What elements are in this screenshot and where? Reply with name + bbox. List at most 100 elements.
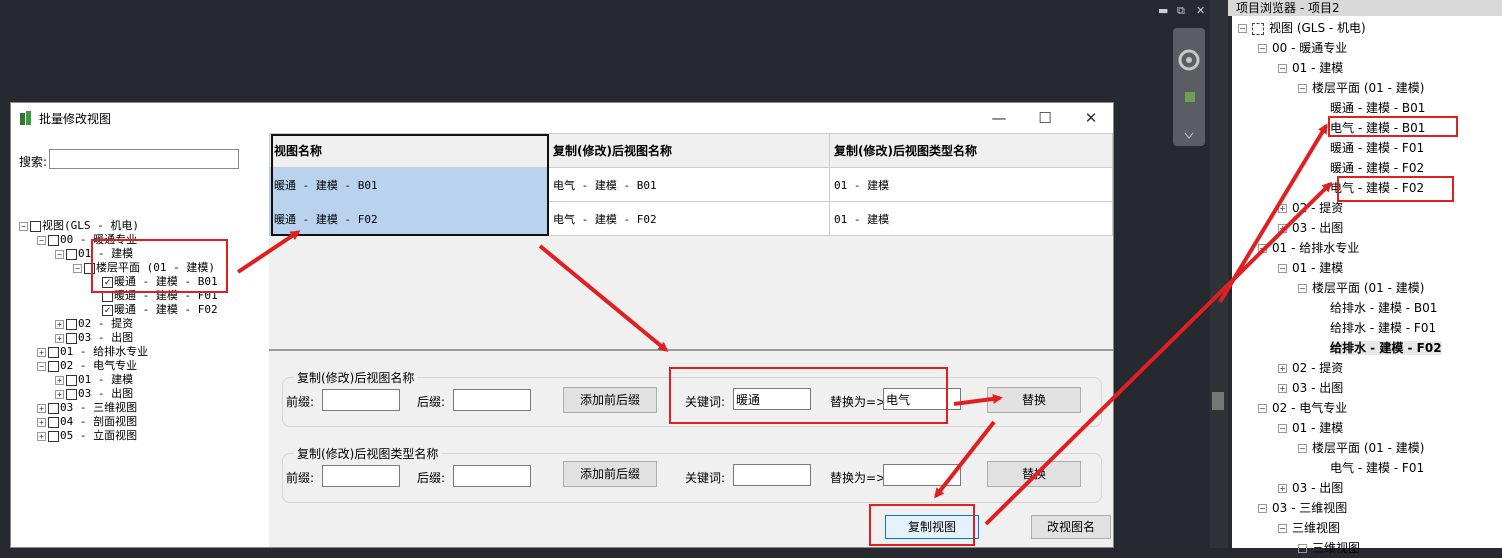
expand-icon[interactable]: +: [37, 403, 46, 413]
tree-node[interactable]: − 02 - 电气专业: [37, 359, 137, 373]
browser-item[interactable]: 给排水 - 建模 - B01: [1318, 298, 1437, 318]
dialog-titlebar[interactable]: 批量修改视图 — ☐ ✕: [11, 103, 1113, 133]
tree-checkbox[interactable]: ✓: [102, 304, 113, 316]
collapse-icon[interactable]: −: [1258, 44, 1267, 53]
copy-view-button[interactable]: 复制视图: [885, 515, 979, 539]
close-button[interactable]: ✕: [1077, 107, 1105, 129]
browser-item[interactable]: −01 - 建模: [1278, 258, 1343, 278]
tree-node[interactable]: − 00 - 暖通专业: [37, 233, 137, 247]
tree-node[interactable]: +04 - 剖面视图: [37, 415, 137, 429]
app-minimize-icon[interactable]: ▬: [1158, 4, 1168, 17]
collapse-icon[interactable]: −: [1278, 524, 1287, 533]
header-new-view-type-name[interactable]: 复制(修改)后视图类型名称: [829, 133, 1113, 168]
tree-checkbox[interactable]: [66, 332, 77, 344]
expand-icon[interactable]: +: [1278, 484, 1287, 493]
tree-node[interactable]: − 视图(GLS - 机电): [19, 219, 139, 233]
name-add-affix-button[interactable]: 添加前后缀: [563, 387, 657, 413]
app-close-icon[interactable]: ✕: [1196, 4, 1205, 17]
tree-checkbox[interactable]: [48, 430, 59, 442]
collapse-icon[interactable]: −: [1258, 504, 1267, 513]
tree-checkbox[interactable]: [48, 346, 59, 358]
cell-new-view-name[interactable]: 电气 - 建模 - F02: [548, 201, 830, 236]
tree-checkbox[interactable]: [66, 248, 77, 260]
browser-item[interactable]: −02 - 电气专业: [1258, 398, 1347, 418]
browser-item[interactable]: 暖通 - 建模 - F02: [1318, 158, 1424, 178]
browser-item[interactable]: +02 - 提资: [1278, 198, 1343, 218]
expand-icon[interactable]: +: [1278, 204, 1287, 213]
browser-item[interactable]: −03 - 三维视图: [1258, 498, 1347, 518]
type-add-affix-button[interactable]: 添加前后缀: [563, 461, 657, 487]
tree-node[interactable]: − 01 - 建模: [55, 247, 133, 261]
tree-checkbox[interactable]: [48, 416, 59, 428]
collapse-icon[interactable]: −: [1298, 84, 1307, 93]
browser-item[interactable]: −01 - 建模: [1278, 418, 1343, 438]
collapse-icon[interactable]: −: [1238, 24, 1247, 33]
type-replace-input[interactable]: [883, 464, 961, 486]
collapse-icon[interactable]: −: [19, 221, 28, 231]
tree-checkbox[interactable]: [84, 262, 95, 274]
tree-checkbox[interactable]: [66, 388, 77, 400]
name-prefix-input[interactable]: [322, 389, 400, 411]
collapse-icon[interactable]: −: [73, 263, 82, 273]
type-suffix-input[interactable]: [453, 465, 531, 487]
browser-item[interactable]: 电气 - 建模 - F01: [1318, 458, 1424, 478]
collapse-icon[interactable]: −: [1258, 244, 1267, 253]
type-prefix-input[interactable]: [322, 465, 400, 487]
tree-node[interactable]: ✓ 暖通 - 建模 - F02: [91, 303, 218, 317]
expand-icon[interactable]: +: [55, 319, 64, 329]
browser-item[interactable]: − 楼层平面 (01 - 建模): [1298, 438, 1424, 458]
name-replace-button[interactable]: 替换: [987, 387, 1081, 413]
cell-new-view-type-name[interactable]: 01 - 建模: [829, 167, 1113, 202]
browser-item[interactable]: −01 - 建模: [1278, 58, 1343, 78]
collapse-icon[interactable]: −: [1298, 544, 1307, 553]
cell-new-view-name[interactable]: 电气 - 建模 - B01: [548, 167, 830, 202]
app-restore-icon[interactable]: ⧉: [1177, 4, 1185, 18]
cell-new-view-type-name[interactable]: 01 - 建模: [829, 201, 1113, 236]
expand-icon[interactable]: +: [1278, 224, 1287, 233]
header-new-view-name[interactable]: 复制(修改)后视图名称: [548, 133, 830, 168]
browser-item[interactable]: +03 - 出图: [1278, 378, 1343, 398]
browser-item[interactable]: 给排水 - 建模 - F02: [1318, 338, 1442, 358]
collapse-icon[interactable]: −: [1278, 264, 1287, 273]
name-suffix-input[interactable]: [453, 389, 531, 411]
expand-icon[interactable]: +: [37, 347, 46, 357]
collapse-icon[interactable]: −: [37, 361, 46, 371]
tree-node[interactable]: ✓ 暖通 - 建模 - B01: [91, 275, 218, 289]
type-keyword-input[interactable]: [733, 464, 811, 486]
name-keyword-input[interactable]: [733, 388, 811, 410]
panel-splitter[interactable]: [1210, 0, 1228, 548]
splitter-handle[interactable]: [1212, 392, 1224, 410]
navigation-bar[interactable]: [1173, 28, 1205, 146]
browser-item[interactable]: − 楼层平面 (01 - 建模): [1298, 278, 1424, 298]
browser-item[interactable]: −01 - 给排水专业: [1258, 238, 1359, 258]
expand-icon[interactable]: +: [1278, 384, 1287, 393]
tree-checkbox[interactable]: [102, 290, 113, 302]
browser-item[interactable]: 暖通 - 建模 - F01: [1318, 138, 1424, 158]
tree-checkbox[interactable]: [30, 220, 41, 232]
collapse-icon[interactable]: −: [37, 235, 46, 245]
collapse-icon[interactable]: −: [55, 249, 64, 259]
browser-item[interactable]: +03 - 出图: [1278, 218, 1343, 238]
browser-item[interactable]: −00 - 暖通专业: [1258, 38, 1347, 58]
browser-item[interactable]: 电气 - 建模 - F02: [1318, 178, 1424, 198]
tree-checkbox[interactable]: [48, 360, 59, 372]
browser-item[interactable]: − 视图 (GLS - 机电): [1238, 18, 1366, 38]
expand-icon[interactable]: +: [55, 375, 64, 385]
collapse-icon[interactable]: −: [1298, 284, 1307, 293]
tree-checkbox[interactable]: [48, 402, 59, 414]
tree-node[interactable]: +03 - 出图: [55, 387, 133, 401]
tree-node[interactable]: +03 - 出图: [55, 331, 133, 345]
expand-icon[interactable]: +: [37, 431, 46, 441]
browser-item[interactable]: 电气 - 建模 - B01: [1318, 118, 1425, 138]
collapse-icon[interactable]: −: [1258, 404, 1267, 413]
expand-icon[interactable]: +: [55, 333, 64, 343]
browser-item[interactable]: − 三维视图: [1278, 518, 1340, 538]
tree-checkbox[interactable]: [66, 318, 77, 330]
maximize-button[interactable]: ☐: [1031, 107, 1059, 129]
tree-checkbox[interactable]: [66, 374, 77, 386]
type-replace-button[interactable]: 替换: [987, 461, 1081, 487]
collapse-icon[interactable]: −: [1278, 424, 1287, 433]
rename-view-button[interactable]: 改视图名: [1031, 515, 1111, 539]
steering-wheel-icon[interactable]: [1173, 28, 1205, 146]
tree-node[interactable]: +01 - 给排水专业: [37, 345, 148, 359]
